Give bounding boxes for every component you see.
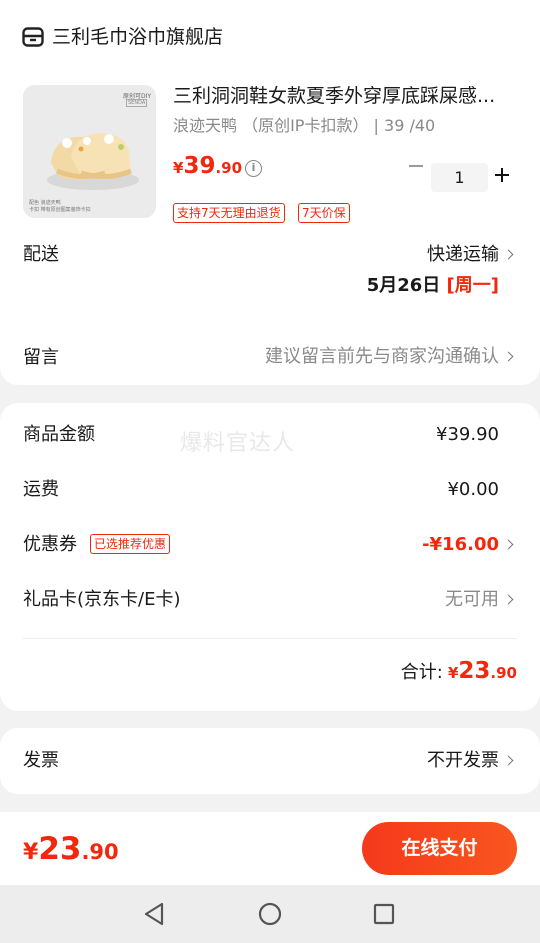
invoice-card[interactable]: 发票 不开发票 [0,728,540,794]
message-input[interactable]: 建议留言前先与商家沟通确认 [265,345,499,369]
recents-icon[interactable] [373,903,395,925]
product-price: ¥39.90 [173,152,242,182]
order-card: 三利毛巾浴巾旗舰店 原创可DIY SENDA 配色 浪迹天鸭 卡扣 带有原创图案… [0,0,540,385]
return-policy-tag: 支持7天无理由退货 [173,203,285,223]
price-decimal: .90 [215,159,243,177]
message-label: 留言 [23,347,59,368]
chevron-right-icon[interactable] [503,249,514,260]
order-total: 合计: ¥23.90 [401,657,517,687]
total-label: 合计: [400,662,443,683]
delivery-weekday: [周一] [446,275,499,296]
quantity-input[interactable]: 1 [431,163,488,192]
watermark: 爆料官达人 [180,431,296,456]
system-nav-bar [0,885,540,943]
goods-amount-value: ¥39.90 [436,424,499,445]
footer-total-integer: 23 [38,831,82,867]
product-spec[interactable]: 浪迹天鸭 （原创IP卡扣款） | 39 /40 [173,116,435,136]
store-icon [22,27,44,47]
shop-name[interactable]: 三利毛巾浴巾旗舰店 [52,25,223,49]
chevron-right-icon[interactable] [503,594,514,605]
coupon-label: 优惠券 [23,534,77,555]
shipping-label: 运费 [23,479,59,500]
thumb-caption-1: 配色 浪迹天鸭 [29,200,61,206]
total-currency: ¥ [447,664,459,682]
delivery-label: 配送 [23,244,59,265]
giftcard-value[interactable]: 无可用 [445,588,499,612]
invoice-value[interactable]: 不开发票 [427,749,499,773]
invoice-label: 发票 [23,750,59,771]
price-integer: 39 [183,153,216,179]
footer-total: ¥23.90 [23,830,119,873]
thumb-label-sub: SENDA [126,99,148,107]
increase-quantity-button[interactable] [495,168,509,182]
home-icon[interactable] [258,902,282,926]
product-title[interactable]: 三利洞洞鞋女款夏季外穿厚底踩屎感... [173,84,518,108]
chevron-right-icon[interactable] [503,351,514,362]
divider [23,638,517,639]
footer-total-currency: ¥ [23,840,39,865]
delivery-method[interactable]: 快递运输 [427,243,499,267]
back-icon[interactable] [143,902,165,926]
info-icon[interactable]: i [245,160,262,177]
coupon-value[interactable]: -¥16.00 [422,533,499,557]
coupon-badge: 已选推荐优惠 [90,534,171,554]
shipping-value: ¥0.00 [447,479,499,500]
total-decimal: .90 [490,664,517,682]
goods-amount-label: 商品金额 [23,424,95,445]
delivery-date-line[interactable]: 5月26日 [周一] [367,274,499,298]
checkout-bar: ¥23.90 在线支付 [0,812,540,885]
total-integer: 23 [458,658,491,684]
thumb-caption-2: 卡扣 带有原创图案装饰卡扣 [29,207,91,213]
delivery-date: 5月26日 [366,275,441,296]
chevron-right-icon[interactable] [503,539,514,550]
price-currency: ¥ [173,159,184,177]
chevron-right-icon[interactable] [503,755,514,766]
decrease-quantity-button[interactable] [409,165,423,167]
giftcard-label: 礼品卡(京东卡/E卡) [23,589,181,610]
footer-total-decimal: .90 [81,840,119,864]
product-thumbnail[interactable]: 原创可DIY SENDA 配色 浪迹天鸭 卡扣 带有原创图案装饰卡扣 [23,85,156,218]
price-protect-tag: 7天价保 [298,203,350,223]
pay-online-button[interactable]: 在线支付 [362,822,517,875]
